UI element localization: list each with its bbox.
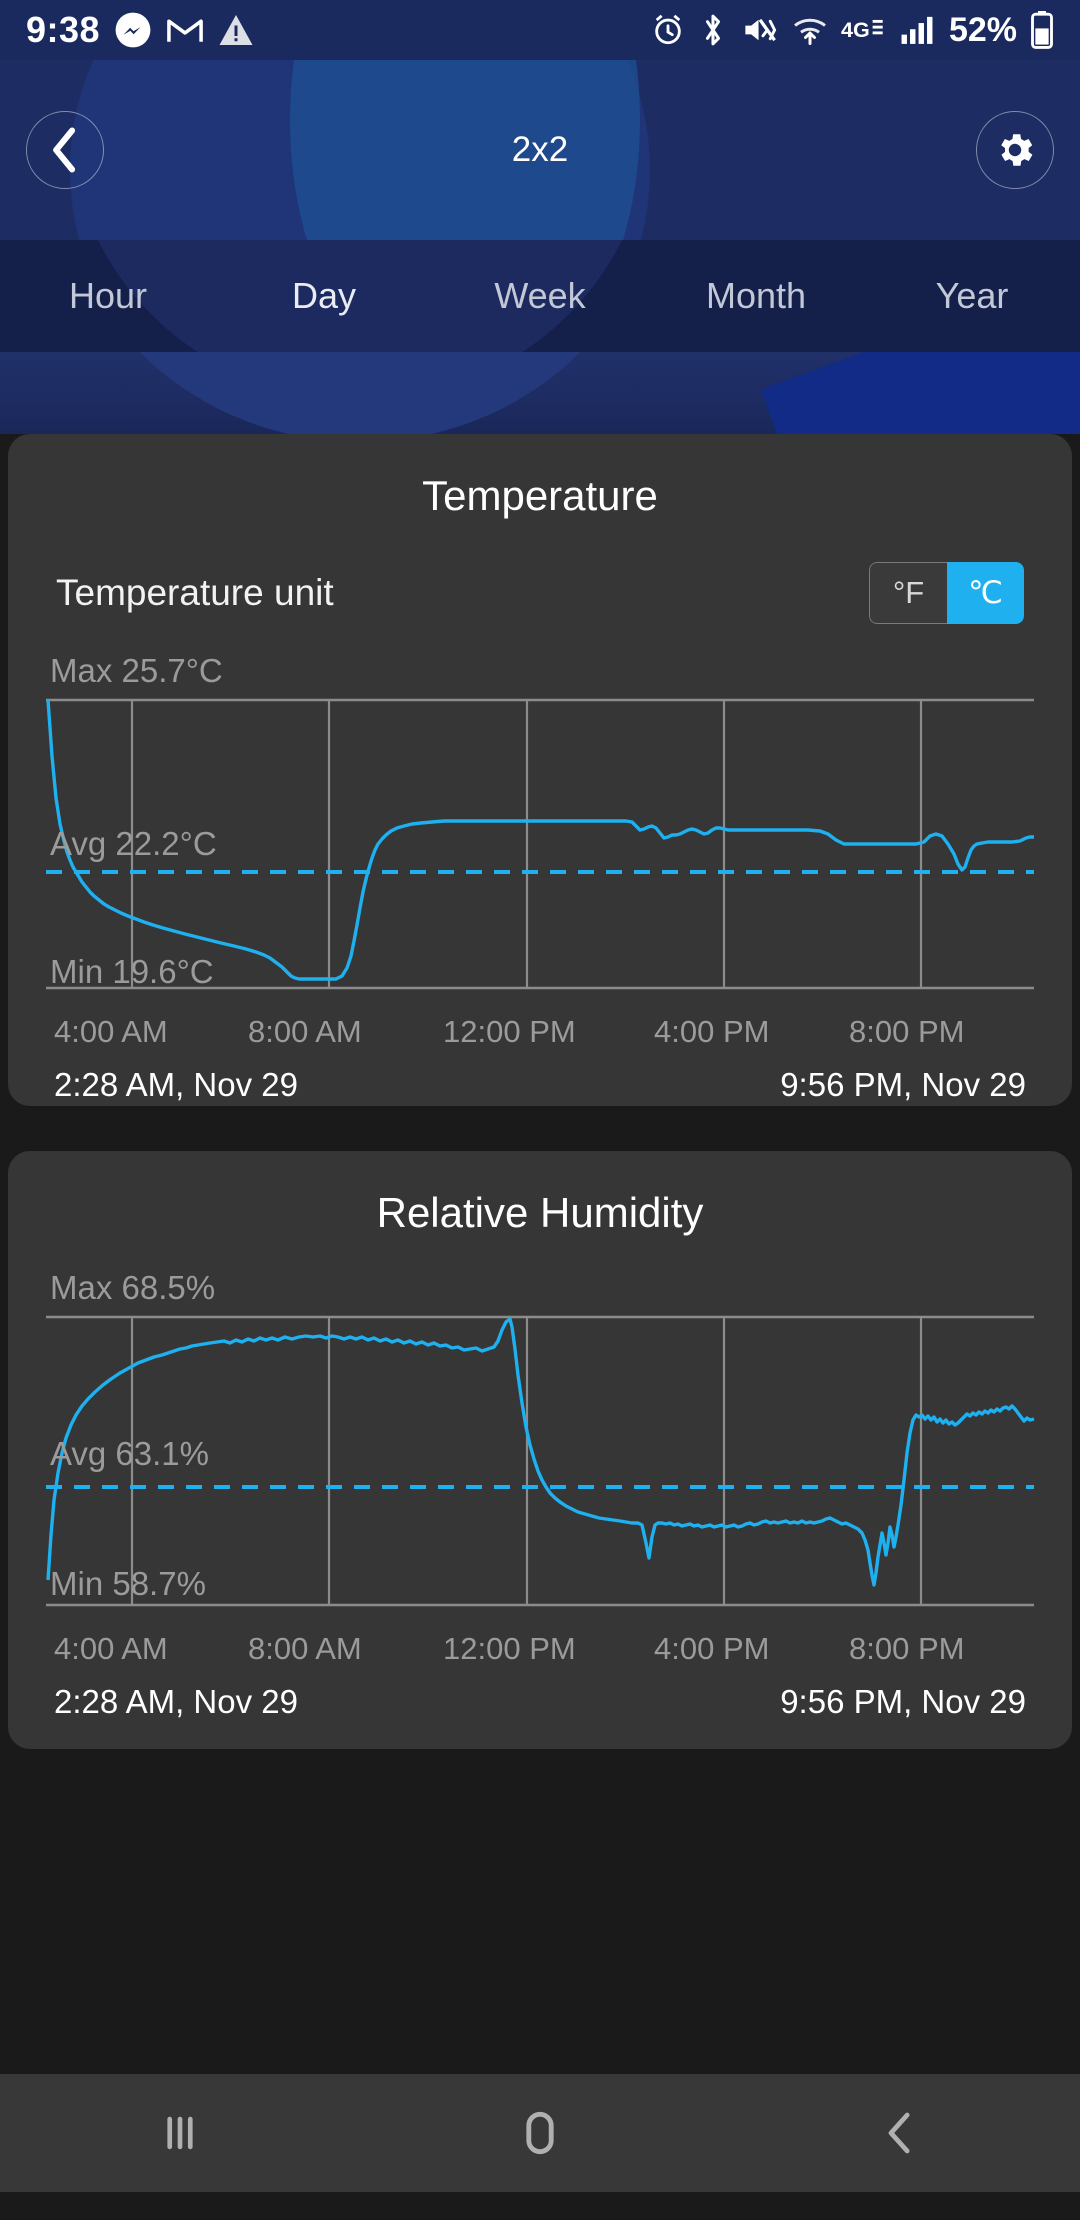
recents-icon <box>167 2116 193 2150</box>
status-bar-right: 4G 52% <box>651 11 1054 50</box>
signal-icon <box>900 14 934 46</box>
temperature-range-row: 2:28 AM, Nov 29 9:56 PM, Nov 29 <box>8 1050 1072 1104</box>
android-nav-bar[interactable] <box>0 2074 1080 2192</box>
status-bar: 9:38 4G 52% <box>0 0 1080 60</box>
temperature-xtick-0: 4:00 AM <box>54 1014 168 1049</box>
unit-option-celsius[interactable]: ℃ <box>947 562 1024 624</box>
wifi-icon <box>792 13 828 47</box>
temperature-plot <box>46 698 1034 990</box>
tab-day[interactable]: Day <box>216 275 432 317</box>
temperature-range-start: 2:28 AM, Nov 29 <box>54 1066 298 1103</box>
bluetooth-icon <box>698 12 728 48</box>
tab-hour[interactable]: Hour <box>0 275 216 317</box>
temperature-unit-toggle[interactable]: °F ℃ <box>869 562 1024 624</box>
back-button[interactable] <box>26 111 104 189</box>
temperature-xtick-3: 4:00 PM <box>654 1014 770 1049</box>
temperature-unit-label: Temperature unit <box>56 572 334 613</box>
app-header: 2x2 <box>0 60 1080 240</box>
humidity-card: Relative Humidity Max 68.5% Avg 63.1% Mi… <box>8 1151 1072 1749</box>
alarm-icon <box>651 13 685 47</box>
temperature-card-title: Temperature <box>422 472 658 519</box>
messenger-icon <box>114 11 152 49</box>
humidity-xtick-1: 8:00 AM <box>248 1631 362 1666</box>
battery-icon <box>1030 11 1054 49</box>
humidity-xtick-2: 12:00 PM <box>443 1631 576 1666</box>
humidity-range-start: 2:28 AM, Nov 29 <box>54 1683 298 1720</box>
card-gap <box>0 1106 1080 1151</box>
nav-home-button[interactable] <box>360 2105 720 2161</box>
humidity-card-title: Relative Humidity <box>376 1189 704 1236</box>
humidity-range-end: 9:56 PM, Nov 29 <box>780 1683 1026 1720</box>
humidity-xaxis: 4:00 AM 8:00 AM 12:00 PM 4:00 PM 8:00 PM <box>8 1631 1072 1667</box>
tab-week[interactable]: Week <box>432 275 648 317</box>
humidity-xtick-4: 8:00 PM <box>849 1631 965 1666</box>
temperature-unit-row: Temperature unit °F ℃ <box>8 520 1072 624</box>
humidity-plot <box>46 1315 1035 1607</box>
gear-icon <box>1001 134 1033 166</box>
status-bar-left: 9:38 <box>26 9 254 51</box>
humidity-xtick-0: 4:00 AM <box>54 1631 168 1666</box>
period-tab-bar[interactable]: Hour Day Week Month Year <box>0 240 1080 352</box>
temperature-range-end: 9:56 PM, Nov 29 <box>780 1066 1026 1103</box>
temperature-xtick-1: 8:00 AM <box>248 1014 362 1049</box>
humidity-range-row: 2:28 AM, Nov 29 9:56 PM, Nov 29 <box>8 1667 1072 1721</box>
gmail-icon <box>166 15 204 45</box>
temperature-xtick-4: 8:00 PM <box>849 1014 965 1049</box>
chevron-left-icon <box>53 127 76 173</box>
strip-decor-blob-1 <box>60 352 660 442</box>
temperature-xtick-2: 12:00 PM <box>443 1014 576 1049</box>
nav-recents-button[interactable] <box>0 2106 360 2160</box>
nav-back-button[interactable] <box>720 2106 1080 2160</box>
tab-month[interactable]: Month <box>648 275 864 317</box>
temperature-card: Temperature Temperature unit °F ℃ Max 25… <box>8 434 1072 1106</box>
home-icon <box>526 2111 554 2155</box>
humidity-chart[interactable]: Max 68.5% Avg 63.1% Min 58.7% 4:00 AM 8:… <box>8 1269 1072 1721</box>
network-type-icon: 4G <box>841 15 887 45</box>
status-clock: 9:38 <box>26 9 101 50</box>
page-title: 2x2 <box>511 130 569 169</box>
temperature-chart[interactable]: Max 25.7°C Avg 22.2°C Min 19.6°C 4:00 AM… <box>8 652 1072 1104</box>
back-icon <box>888 2112 910 2154</box>
humidity-xtick-3: 4:00 PM <box>654 1631 770 1666</box>
vibrate-icon <box>741 13 779 47</box>
tab-year[interactable]: Year <box>864 275 1080 317</box>
temperature-xaxis: 4:00 AM 8:00 AM 12:00 PM 4:00 PM 8:00 PM <box>8 1014 1072 1050</box>
svg-text:4G: 4G <box>841 17 870 42</box>
warning-icon <box>218 13 254 47</box>
settings-button[interactable] <box>976 111 1054 189</box>
unit-option-fahrenheit[interactable]: °F <box>869 562 947 624</box>
content-area: Temperature Temperature unit °F ℃ Max 25… <box>0 434 1080 2192</box>
battery-percent: 52% <box>948 10 1017 49</box>
